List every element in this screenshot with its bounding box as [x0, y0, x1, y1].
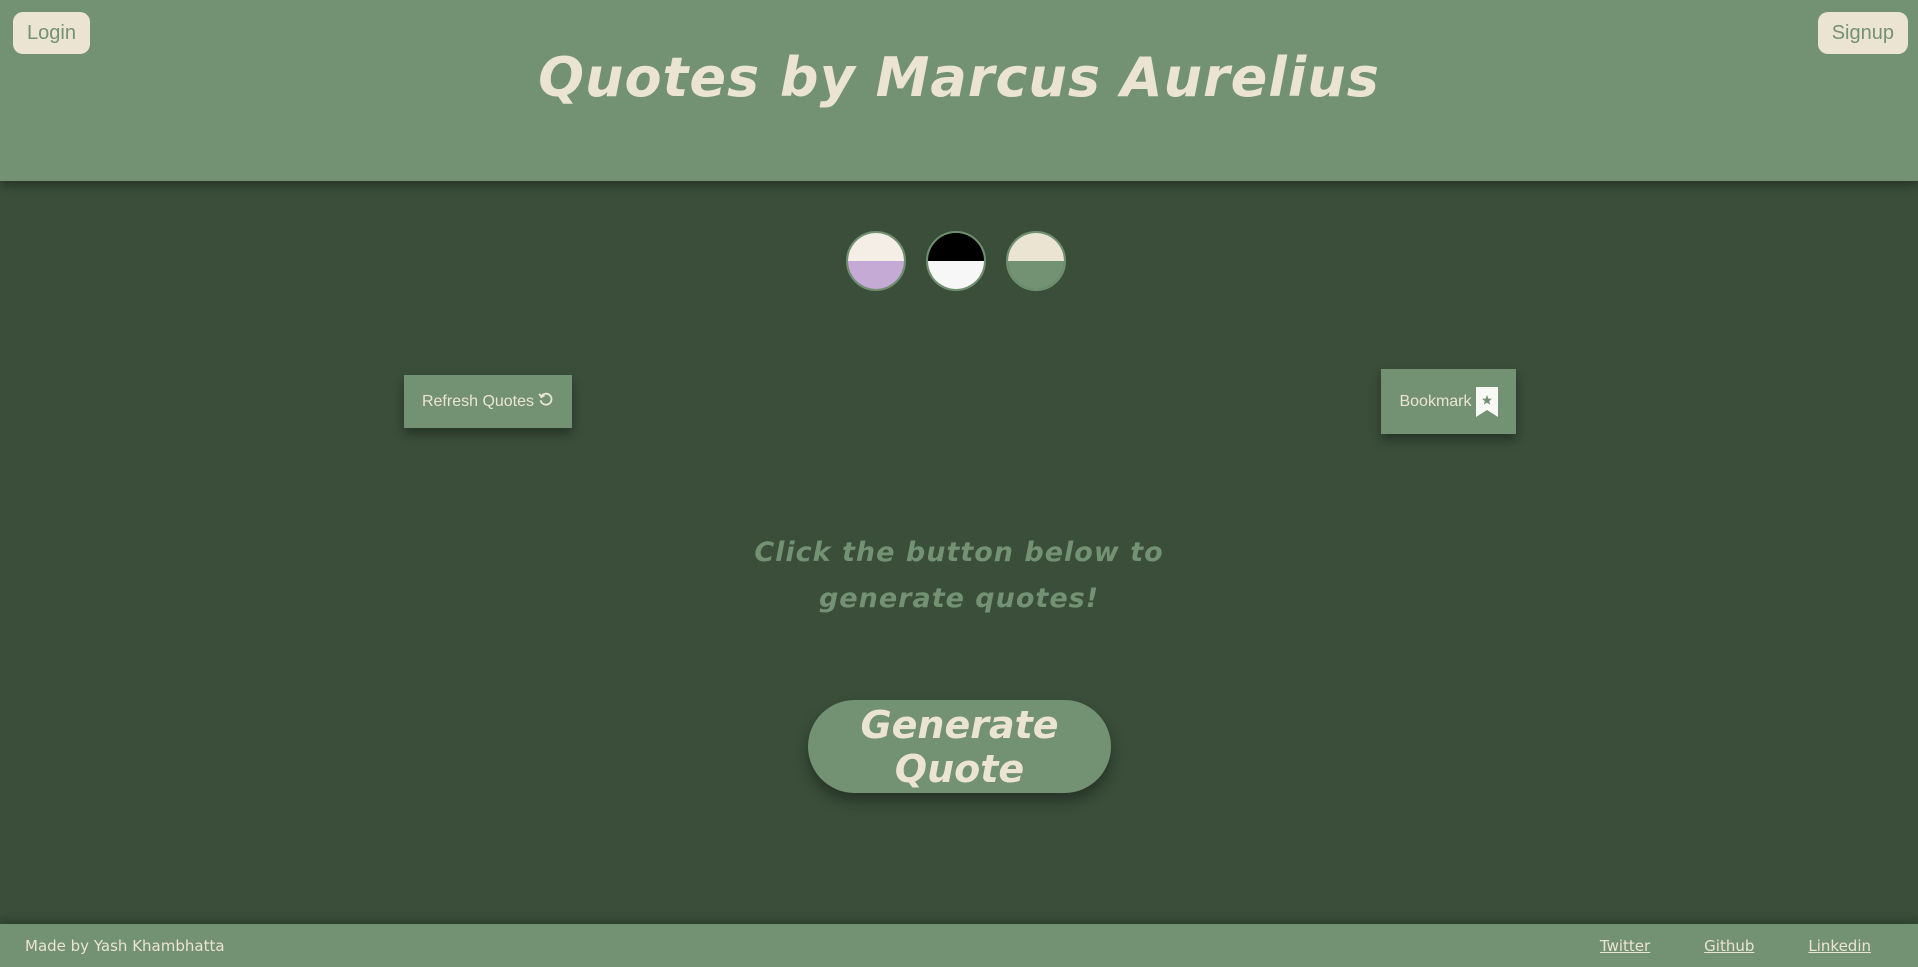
theme-swatch-bottom: [1008, 261, 1064, 289]
bookmark-button[interactable]: Bookmark: [1381, 369, 1516, 434]
refresh-icon: [538, 391, 554, 413]
theme-switcher: [846, 231, 1066, 291]
github-link[interactable]: Github: [1704, 937, 1754, 955]
signup-button[interactable]: Signup: [1817, 12, 1908, 54]
refresh-quotes-button[interactable]: Refresh Quotes: [404, 375, 572, 428]
bookmark-label: Bookmark: [1399, 392, 1472, 410]
generate-prompt: Click the button below to generate quote…: [754, 537, 1164, 614]
theme-swatch-top: [928, 233, 984, 261]
theme-swatch-bottom: [848, 261, 904, 289]
footer-links: Twitter Github Linkedin: [1600, 937, 1871, 955]
bookmark-star-icon: [1475, 386, 1498, 417]
site-footer: Made by Yash Khambhatta Twitter Github L…: [0, 924, 1918, 967]
made-by-credit: Made by Yash Khambhatta: [25, 937, 225, 955]
page-title: Quotes by Marcus Aurelius: [538, 46, 1380, 109]
theme-swatch-top: [1008, 233, 1064, 261]
twitter-link[interactable]: Twitter: [1600, 937, 1650, 955]
theme-option-beige-sage[interactable]: [1006, 231, 1066, 291]
theme-option-cream-lavender[interactable]: [846, 231, 906, 291]
site-header: Login Quotes by Marcus Aurelius Signup: [0, 0, 1918, 181]
theme-swatch-bottom: [928, 261, 984, 289]
generate-quote-button[interactable]: Generate Quote: [808, 700, 1111, 793]
theme-option-black-white[interactable]: [926, 231, 986, 291]
refresh-quotes-label: Refresh Quotes: [421, 392, 535, 410]
linkedin-link[interactable]: Linkedin: [1808, 937, 1871, 955]
theme-swatch-top: [848, 233, 904, 261]
